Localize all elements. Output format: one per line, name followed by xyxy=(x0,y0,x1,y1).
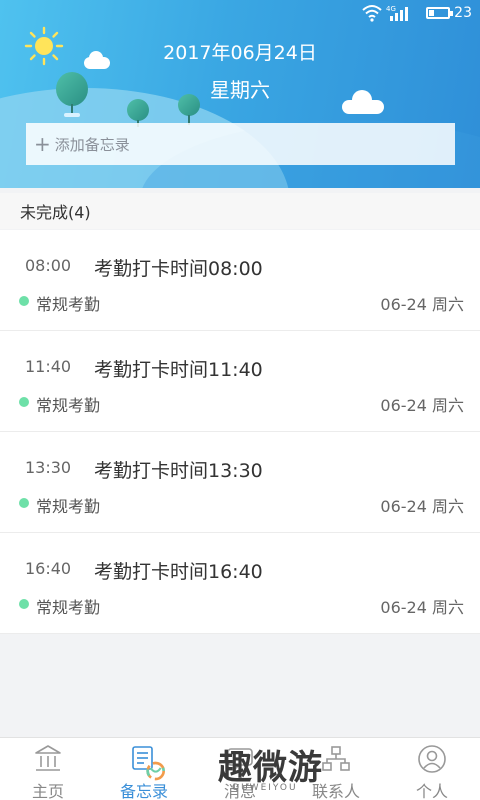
header-banner: 4G 23 2017年06月24日 星期六 + 添加备忘录 xyxy=(0,0,480,188)
status-bar: 4G 23 xyxy=(0,0,480,28)
memo-title: 考勤打卡时间08:00 xyxy=(94,258,263,280)
battery-icon xyxy=(426,7,453,19)
watermark-logo xyxy=(146,761,165,781)
wifi-icon xyxy=(362,5,382,22)
category-dot-icon xyxy=(19,397,29,407)
nav-label: 个人 xyxy=(415,782,448,800)
signal-icon: 4G xyxy=(386,5,408,21)
watermark-subtext: QUWEIYOU xyxy=(232,783,298,793)
org-chart-icon xyxy=(322,746,350,771)
memo-category: 常规考勤 xyxy=(36,497,101,516)
memo-time: 11:40 xyxy=(25,357,72,376)
plus-icon: + xyxy=(34,132,51,156)
memo-title: 考勤打卡时间11:40 xyxy=(94,359,263,381)
memo-item[interactable]: 13:30 考勤打卡时间13:30 常规考勤 06-24 周六 xyxy=(0,432,480,533)
memo-time: 16:40 xyxy=(25,559,72,578)
memo-date: 06-24 周六 xyxy=(380,295,464,314)
add-memo-input[interactable]: + 添加备忘录 xyxy=(26,123,455,165)
memo-date: 06-24 周六 xyxy=(380,396,464,415)
add-memo-placeholder: 添加备忘录 xyxy=(54,135,130,154)
nav-item-home[interactable]: 主页 xyxy=(0,738,96,800)
memo-title: 考勤打卡时间16:40 xyxy=(94,561,263,583)
svg-text:4G: 4G xyxy=(386,5,396,13)
current-date: 2017年06月24日 xyxy=(163,42,317,64)
section-title: 未完成(4) xyxy=(0,193,480,229)
watermark-text: 趣微游 xyxy=(218,748,323,788)
memo-list: 08:00 考勤打卡时间08:00 常规考勤 06-24 周六 11:40 考勤… xyxy=(0,230,480,634)
memo-date: 06-24 周六 xyxy=(380,497,464,516)
memo-date: 06-24 周六 xyxy=(380,598,464,617)
memo-category: 常规考勤 xyxy=(36,598,101,617)
battery-level: 23 xyxy=(454,5,472,21)
bank-icon xyxy=(35,745,61,771)
memo-item[interactable]: 16:40 考勤打卡时间16:40 常规考勤 06-24 周六 xyxy=(0,533,480,634)
memo-time: 13:30 xyxy=(25,458,72,477)
memo-category: 常规考勤 xyxy=(36,396,101,415)
nav-label: 主页 xyxy=(31,782,64,800)
memo-time: 08:00 xyxy=(25,256,72,275)
memo-category: 常规考勤 xyxy=(36,295,101,314)
nav-item-profile[interactable]: 个人 xyxy=(384,738,480,800)
category-dot-icon xyxy=(19,599,29,609)
user-icon xyxy=(418,745,446,773)
category-dot-icon xyxy=(19,498,29,508)
memo-item[interactable]: 08:00 考勤打卡时间08:00 常规考勤 06-24 周六 xyxy=(0,230,480,331)
memo-item[interactable]: 11:40 考勤打卡时间11:40 常规考勤 06-24 周六 xyxy=(0,331,480,432)
memo-title: 考勤打卡时间13:30 xyxy=(94,460,263,482)
category-dot-icon xyxy=(19,296,29,306)
current-weekday: 星期六 xyxy=(210,78,270,102)
